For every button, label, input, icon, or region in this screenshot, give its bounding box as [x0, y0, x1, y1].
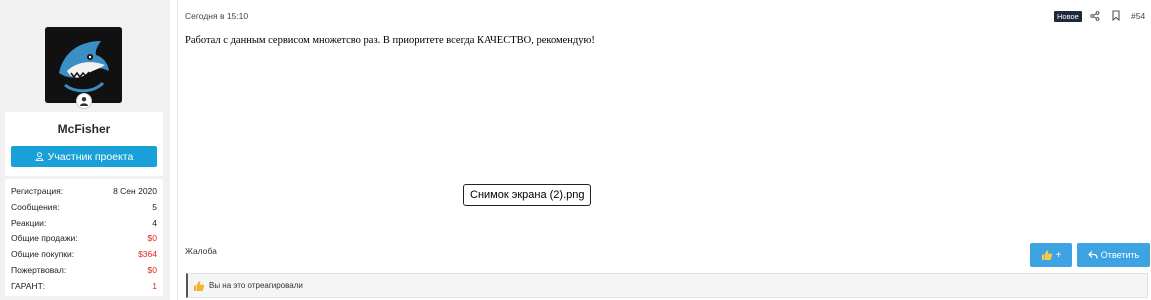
stat-row-total-sales: Общие продажи: $0 [11, 231, 157, 247]
bookmark-icon[interactable] [1111, 10, 1121, 21]
role-button[interactable]: Участник проекта [11, 146, 157, 167]
stat-row-messages: Сообщения: 5 [11, 200, 157, 216]
post-date[interactable]: Сегодня в 15:10 [185, 9, 248, 23]
post: Сегодня в 15:10 Новое #54 Работал с данн… [178, 0, 1151, 300]
stat-row-total-purchases: Общие покупки: $364 [11, 247, 157, 263]
username[interactable]: McFisher [5, 122, 163, 136]
reply-icon [1087, 251, 1098, 259]
new-badge: Новое [1054, 11, 1082, 22]
stat-label: Общие покупки: [11, 249, 75, 260]
stat-value: 8 Сен 2020 [113, 186, 157, 196]
report-link[interactable]: Жалоба [185, 246, 217, 256]
stat-value: 1 [152, 280, 157, 291]
stat-label: Регистрация: [11, 186, 64, 196]
like-button-label: + [1055, 249, 1062, 261]
stat-row-reactions: Реакции: 4 [11, 216, 157, 232]
user-sidebar: McFisher Участник проекта Регистрация: 8… [0, 0, 170, 300]
reactions-text[interactable]: Вы на это отреагировали [209, 274, 303, 298]
online-status [76, 93, 92, 109]
user-icon [35, 152, 44, 161]
post-message: Работал с данным сервисом множетсво раз.… [185, 35, 595, 46]
avatar[interactable] [45, 27, 122, 103]
stat-value: $0 [147, 264, 157, 275]
user-card: McFisher Участник проекта [5, 112, 163, 176]
post-header: Сегодня в 15:10 Новое #54 [178, 9, 1151, 23]
reply-button-label: Ответить [1100, 250, 1140, 260]
reactions-bar[interactable]: Вы на это отреагировали [186, 273, 1148, 298]
thumbs-up-icon [1041, 250, 1052, 260]
stat-value: $0 [147, 233, 157, 244]
attachment-tooltip[interactable]: Снимок экрана (2).png [463, 184, 592, 206]
stat-label: Сообщения: [11, 201, 60, 212]
stat-label: Реакции: [11, 217, 47, 228]
user-stats: Регистрация: 8 Сен 2020 Сообщения: 5 Реа… [5, 179, 163, 296]
stat-value: $364 [138, 249, 157, 260]
stat-label: Пожертвовал: [11, 264, 67, 275]
stat-label: ГАРАНТ: [11, 280, 46, 291]
role-button-label: Участник проекта [47, 150, 134, 163]
stat-value: 4 [152, 217, 157, 228]
reply-button[interactable]: Ответить [1077, 243, 1150, 267]
stat-row-guarantor: ГАРАНТ: 1 [11, 279, 157, 295]
share-icon[interactable] [1090, 11, 1100, 21]
stat-row-registration: Регистрация: 8 Сен 2020 [11, 184, 157, 200]
stat-value: 5 [152, 201, 157, 212]
user-icon [80, 97, 88, 106]
shark-logo-icon [45, 27, 122, 103]
post-number[interactable]: #54 [1131, 9, 1145, 23]
stat-label: Общие продажи: [11, 233, 78, 244]
stat-row-donated: Пожертвовал: $0 [11, 263, 157, 279]
like-button[interactable]: + [1030, 243, 1072, 267]
thumbs-up-icon [194, 281, 205, 291]
